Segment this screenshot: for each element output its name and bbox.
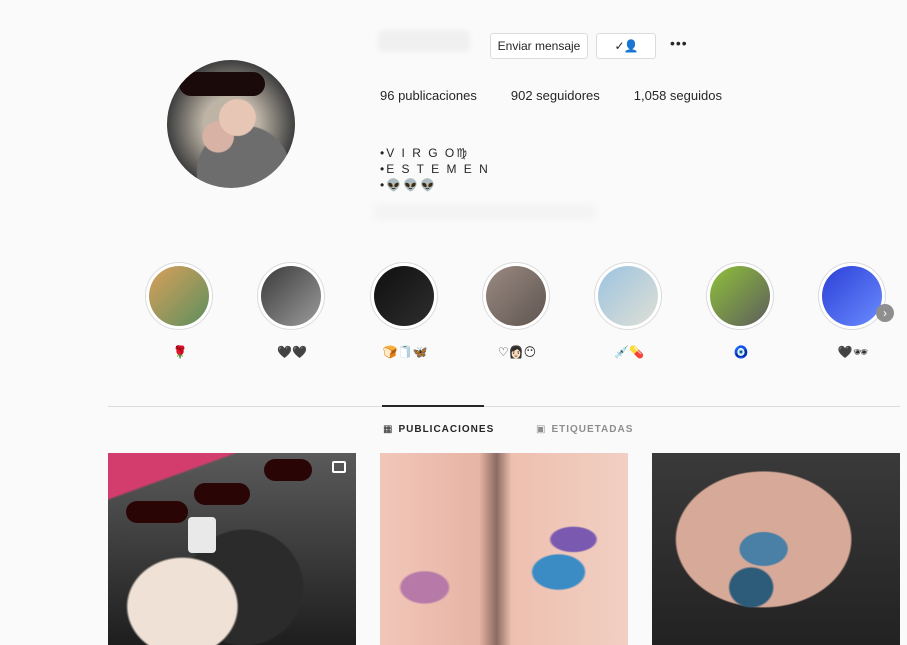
- bio-line: •V I R G O♍: [380, 146, 469, 160]
- profile-stats: 96 publicaciones 902 seguidores 1,058 se…: [380, 88, 756, 103]
- more-dots-icon[interactable]: •••: [670, 35, 688, 51]
- highlight-item[interactable]: 💉💊: [594, 262, 664, 359]
- highlight-cover: [710, 266, 770, 326]
- censor-bar: [179, 72, 265, 96]
- tab-etiquetadas[interactable]: ▣ ETIQUETADAS: [536, 424, 633, 435]
- highlight-label: 🌹: [172, 345, 188, 359]
- posts-grid: [108, 453, 900, 645]
- following-count[interactable]: 1,058 seguidos: [634, 88, 722, 103]
- tab-label: PUBLICACIONES: [398, 424, 495, 435]
- story-highlights: 🌹 🖤🖤 🍞🧻🦋 ♡👩🏻😶 💉💊 🧿 🖤🕶: [0, 262, 907, 372]
- highlight-cover: [822, 266, 882, 326]
- highlight-cover: [149, 266, 209, 326]
- username-blurred: [378, 30, 470, 52]
- post-thumbnail[interactable]: [108, 453, 356, 645]
- highlight-item[interactable]: ♡👩🏻😶: [482, 262, 552, 359]
- carousel-icon: [332, 461, 346, 473]
- tab-label: ETIQUETADAS: [551, 424, 634, 435]
- active-tab-indicator: [382, 405, 484, 407]
- profile-avatar[interactable]: [167, 60, 295, 188]
- censor-bar: [264, 459, 312, 481]
- highlight-cover: [598, 266, 658, 326]
- bio-line: •E S T E M E N: [380, 162, 490, 176]
- highlight-label: 🍞🧻🦋: [382, 345, 428, 359]
- posts-count: 96 publicaciones: [380, 88, 477, 103]
- censor-bar: [126, 501, 188, 523]
- highlight-item[interactable]: 🌹: [145, 262, 215, 359]
- profile-header: Enviar mensaje ✓👤 ••• 96 publicaciones 9…: [0, 0, 907, 250]
- highlight-label: 🧿: [733, 345, 749, 359]
- bio-line: •👽👽👽: [380, 178, 438, 192]
- highlight-cover: [261, 266, 321, 326]
- send-message-button[interactable]: Enviar mensaje: [490, 33, 588, 59]
- censor-bar: [194, 483, 250, 505]
- send-message-label: Enviar mensaje: [497, 39, 581, 53]
- highlight-label: 🖤🖤: [277, 345, 307, 359]
- tab-publicaciones[interactable]: ▦ PUBLICACIONES: [383, 424, 494, 435]
- grid-icon: ▦: [383, 424, 394, 435]
- tabs-divider: [108, 406, 900, 407]
- highlight-item[interactable]: 🧿: [706, 262, 776, 359]
- highlight-label: 💉💊: [614, 345, 644, 359]
- highlight-item[interactable]: 🍞🧻🦋: [370, 262, 440, 359]
- chevron-right-icon[interactable]: ›: [876, 304, 894, 322]
- tag-person-icon: ▣: [536, 424, 547, 435]
- profile-bio: •V I R G O♍ •E S T E M E N •👽👽👽: [380, 145, 490, 193]
- highlight-label: 🖤🕶: [837, 345, 869, 359]
- following-button[interactable]: ✓👤: [596, 33, 656, 59]
- followers-count[interactable]: 902 seguidores: [511, 88, 600, 103]
- bio-blurred-text: [375, 205, 595, 219]
- highlight-label: ♡👩🏻😶: [497, 345, 537, 359]
- highlight-cover: [374, 266, 434, 326]
- post-thumbnail[interactable]: [652, 453, 900, 645]
- phone-in-photo: [188, 517, 216, 553]
- highlight-item[interactable]: 🖤🖤: [257, 262, 327, 359]
- person-check-icon: ✓👤: [614, 39, 639, 53]
- highlight-cover: [486, 266, 546, 326]
- post-thumbnail[interactable]: [380, 453, 628, 645]
